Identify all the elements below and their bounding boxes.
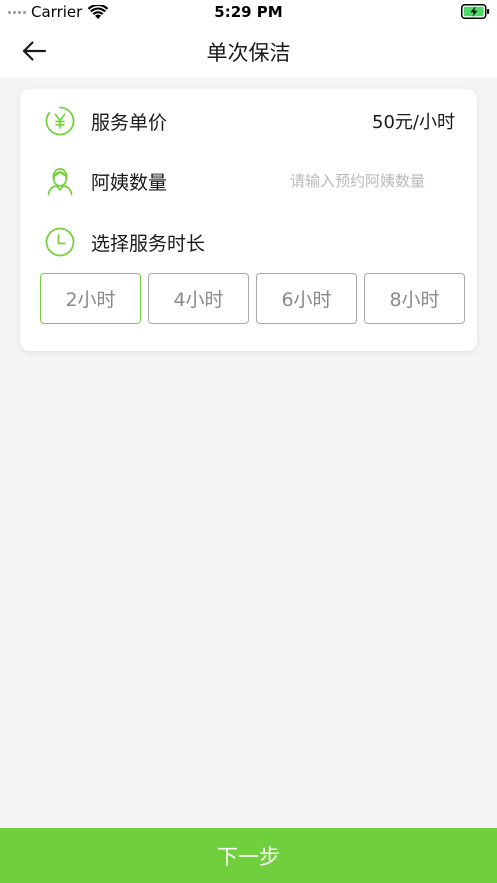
duration-row: 选择服务时长 <box>20 217 477 267</box>
duration-option-8h[interactable]: 8小时 <box>364 273 465 324</box>
duration-options: 2小时 4小时 6小时 8小时 <box>40 273 467 327</box>
aunt-icon-wrap <box>44 165 76 197</box>
nav-bar: 单次保洁 <box>0 24 497 78</box>
clock-icon <box>45 227 75 257</box>
duration-option-2h[interactable]: 2小时 <box>40 273 141 324</box>
duration-option-4h[interactable]: 4小时 <box>148 273 249 324</box>
service-card: 服务单价 50元/小时 阿姨数量 选择服务时长 2小时 4小时 6小时 8小时 <box>20 89 477 351</box>
price-label: 服务单价 <box>91 111 168 134</box>
status-bar: Carrier 5:29 PM <box>0 0 497 24</box>
aunt-count-input[interactable] <box>235 172 425 190</box>
duration-label: 选择服务时长 <box>91 232 206 255</box>
next-button[interactable]: 下一步 <box>0 828 497 883</box>
page-title: 单次保洁 <box>206 41 291 65</box>
duration-icon-wrap <box>44 226 76 258</box>
duration-option-6h[interactable]: 6小时 <box>256 273 357 324</box>
battery-charging-icon <box>461 4 490 19</box>
status-time: 5:29 PM <box>214 3 283 21</box>
price-value: 50元/小时 <box>372 112 455 133</box>
aunt-count-row: 阿姨数量 <box>20 156 477 206</box>
price-row: 服务单价 50元/小时 <box>20 96 477 146</box>
yen-icon <box>45 106 75 136</box>
price-icon-wrap <box>44 105 76 137</box>
aunt-count-label: 阿姨数量 <box>91 171 168 194</box>
aunt-avatar-icon <box>47 168 73 196</box>
